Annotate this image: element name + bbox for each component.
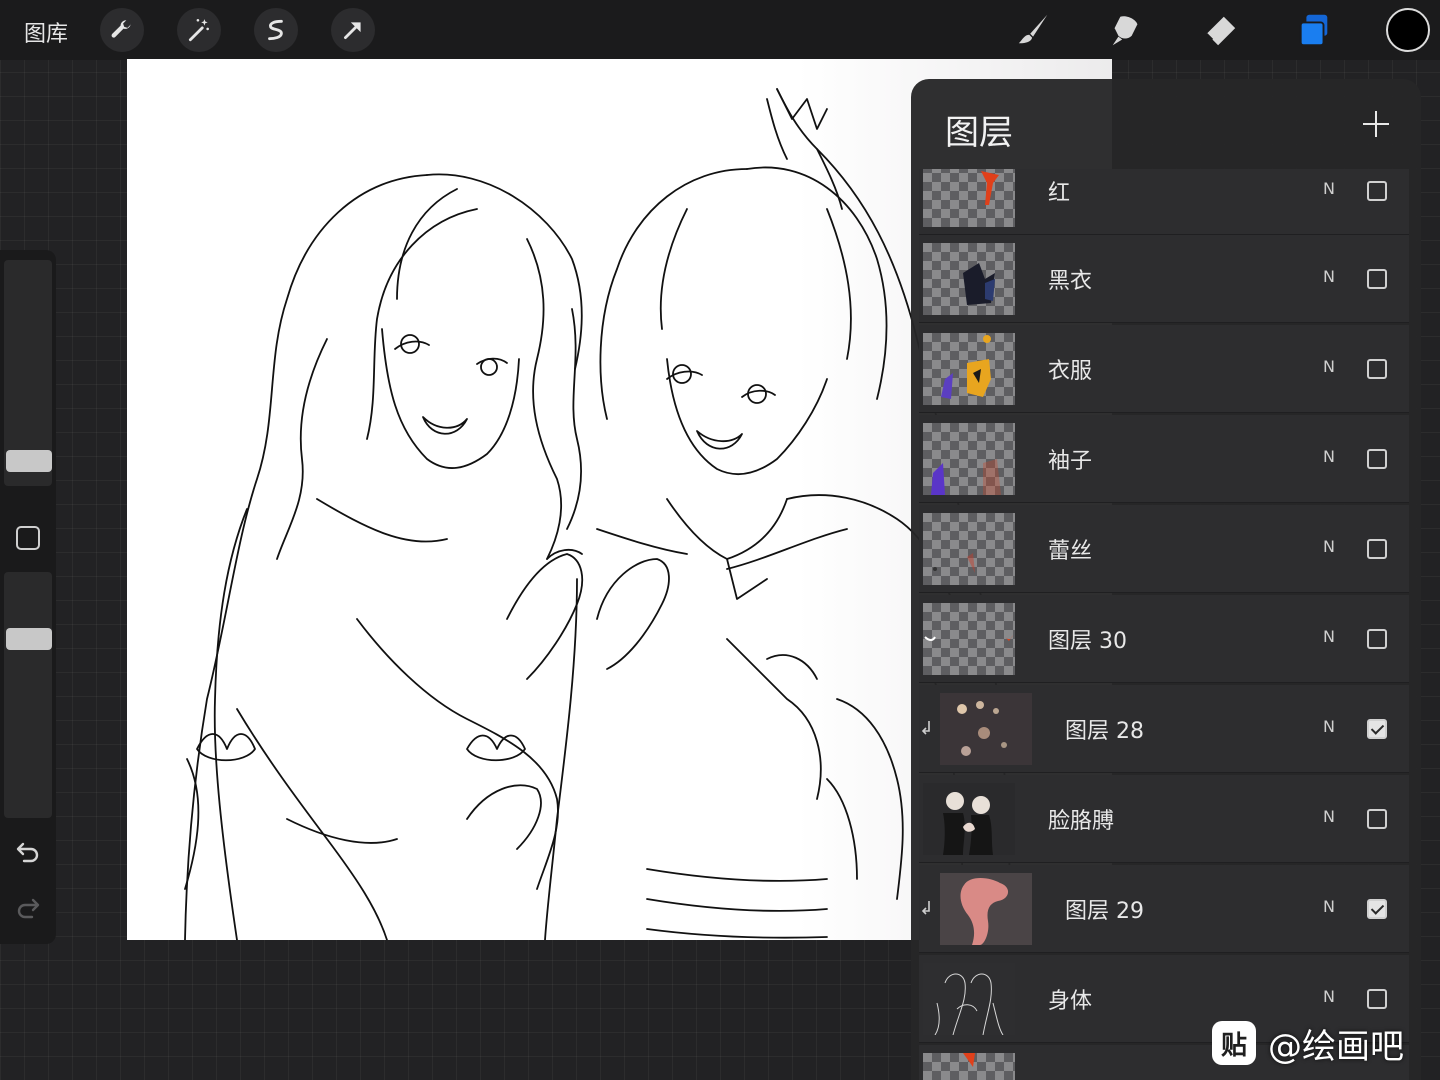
layer-thumbnail [923, 783, 1015, 855]
blend-mode-label[interactable]: N [1323, 987, 1335, 1006]
layer-row-yifu[interactable]: 衣服 N [919, 325, 1409, 413]
layer-row-leisi[interactable]: 蕾丝 N [919, 505, 1409, 593]
blend-mode-label[interactable]: N [1323, 357, 1335, 376]
visibility-checkbox[interactable] [1367, 359, 1387, 379]
gallery-button[interactable]: 图库 [24, 16, 68, 48]
blend-mode-label[interactable]: N [1323, 267, 1335, 286]
layer-name: 蕾丝 [1048, 539, 1093, 564]
layer-row-layer-29[interactable]: 图层 29 N [919, 865, 1409, 953]
redo-icon[interactable] [12, 892, 44, 924]
layer-thumbnail [923, 423, 1015, 495]
blend-mode-label[interactable]: N [1323, 179, 1335, 198]
layers-icon[interactable] [1294, 10, 1334, 50]
blend-mode-label[interactable]: N [1323, 447, 1335, 466]
blend-mode-label[interactable]: N [1323, 807, 1335, 826]
layer-row-lian-gebo[interactable]: 脸胳膊 N [919, 775, 1409, 863]
layer-name: 图层 28 [1065, 719, 1144, 744]
brush-size-thumb[interactable] [6, 450, 52, 472]
layer-name: 红 [1048, 181, 1071, 206]
modifier-square-icon[interactable] [16, 526, 40, 550]
layer-thumbnail [923, 603, 1015, 675]
clipping-mask-icon [921, 721, 930, 735]
blend-mode-label[interactable]: N [1323, 627, 1335, 646]
blend-mode-label[interactable]: N [1323, 717, 1335, 736]
layer-thumbnail [923, 963, 1015, 1035]
magic-wand-icon[interactable] [177, 8, 221, 52]
layer-thumbnail [940, 693, 1032, 765]
visibility-checkbox[interactable] [1367, 989, 1387, 1009]
color-picker-button[interactable] [1386, 8, 1430, 52]
top-toolbar: 图库 [0, 0, 1440, 60]
clipping-mask-icon [921, 901, 930, 915]
selection-icon[interactable] [254, 8, 298, 52]
layer-row-hong[interactable]: 红 N [919, 169, 1409, 235]
visibility-checkbox[interactable] [1367, 629, 1387, 649]
visibility-checkbox[interactable] [1367, 719, 1387, 739]
layer-thumbnail [923, 169, 1015, 227]
eraser-icon[interactable] [1200, 10, 1240, 50]
layer-thumbnail [923, 1053, 1015, 1080]
tieba-logo-icon: 贴 [1212, 1021, 1256, 1065]
layer-name: 图层 30 [1048, 629, 1127, 654]
visibility-checkbox[interactable] [1367, 181, 1387, 201]
watermark: 贴 @绘画吧 [1212, 1018, 1404, 1068]
layer-name: 衣服 [1048, 359, 1093, 384]
wrench-icon[interactable] [100, 8, 144, 52]
undo-icon[interactable] [12, 836, 44, 868]
visibility-checkbox[interactable] [1367, 899, 1387, 919]
transform-arrow-icon[interactable] [331, 8, 375, 52]
opacity-thumb[interactable] [6, 628, 52, 650]
smudge-icon[interactable] [1106, 10, 1146, 50]
layer-row-layer-30[interactable]: 图层 30 N [919, 595, 1409, 683]
brush-icon[interactable] [1014, 10, 1054, 50]
visibility-checkbox[interactable] [1367, 809, 1387, 829]
layer-name: 袖子 [1048, 449, 1093, 474]
layer-name: 图层 29 [1065, 899, 1144, 924]
layers-panel: 图层 红 N 黑衣 N 衣服 N 袖子 N 蕾丝 N 图层 30 N 图层 28… [911, 79, 1421, 1080]
left-sidebar [0, 250, 56, 944]
visibility-checkbox[interactable] [1367, 269, 1387, 289]
watermark-text: @绘画吧 [1268, 1026, 1404, 1067]
layer-name: 脸胳膊 [1048, 809, 1115, 834]
layer-thumbnail [923, 333, 1015, 405]
layer-name: 身体 [1048, 989, 1093, 1014]
layer-thumbnail [940, 873, 1032, 945]
visibility-checkbox[interactable] [1367, 449, 1387, 469]
layers-panel-title: 图层 [945, 113, 1013, 153]
layer-row-heiyi[interactable]: 黑衣 N [919, 235, 1409, 323]
layer-row-xiuzi[interactable]: 袖子 N [919, 415, 1409, 503]
layer-thumbnail [923, 243, 1015, 315]
opacity-slider[interactable] [4, 572, 52, 818]
plus-icon[interactable] [1361, 109, 1391, 139]
layer-row-layer-28[interactable]: 图层 28 N [919, 685, 1409, 773]
blend-mode-label[interactable]: N [1323, 897, 1335, 916]
visibility-checkbox[interactable] [1367, 539, 1387, 559]
layer-thumbnail [923, 513, 1015, 585]
layer-list[interactable]: 红 N 黑衣 N 衣服 N 袖子 N 蕾丝 N 图层 30 N 图层 28 N … [911, 169, 1421, 1080]
blend-mode-label[interactable]: N [1323, 537, 1335, 556]
layer-name: 黑衣 [1048, 269, 1093, 294]
